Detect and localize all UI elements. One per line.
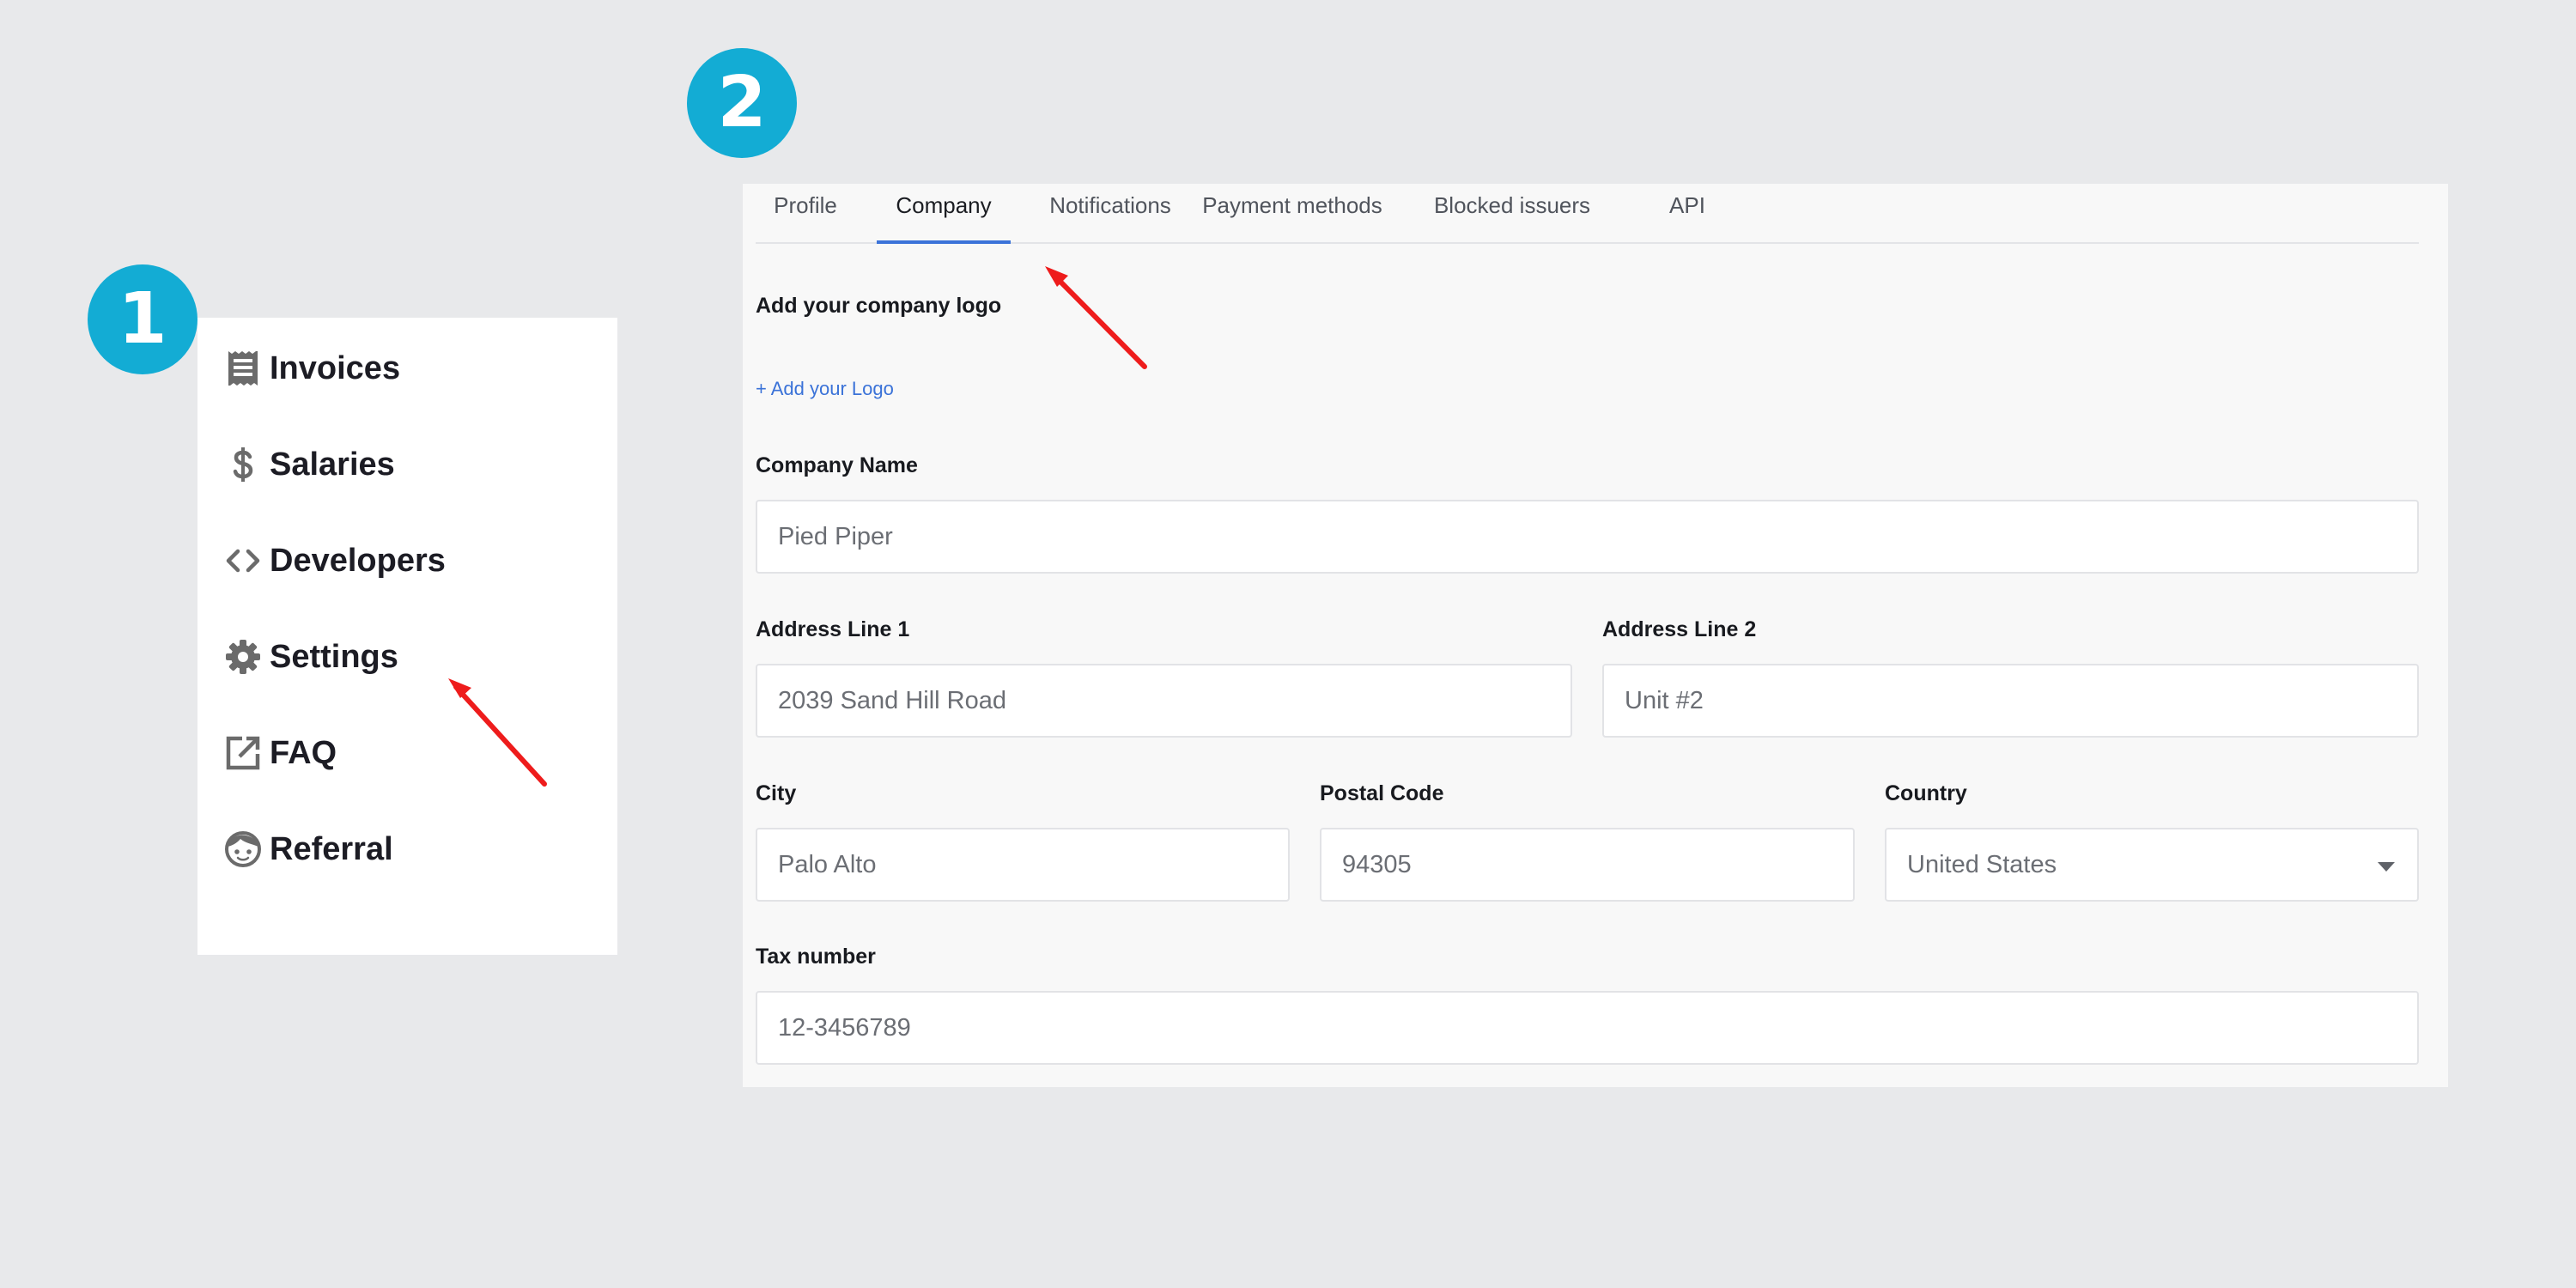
postal-code-value: 94305 — [1342, 850, 1412, 878]
sidebar-item-label: Referral — [270, 830, 393, 867]
tab-company[interactable]: Company — [877, 184, 1011, 244]
settings-tabs: Profile Company Notifications Payment me… — [756, 184, 2419, 244]
logo-heading: Add your company logo — [756, 294, 1002, 318]
company-settings-panel: Profile Company Notifications Payment me… — [743, 184, 2448, 1087]
company-name-field[interactable]: Pied Piper — [756, 500, 2419, 574]
tax-number-label: Tax number — [756, 945, 876, 969]
sidebar-item-label: Invoices — [270, 349, 401, 386]
add-logo-link[interactable]: + Add your Logo — [756, 378, 894, 400]
sidebar-item-referral[interactable]: Referral — [223, 823, 393, 875]
company-name-label: Company Name — [756, 453, 918, 477]
step-2-badge: 2 — [687, 48, 797, 158]
address-line-2-label: Address Line 2 — [1602, 617, 1757, 641]
sidebar-nav: Invoices Salaries Developers Settings FA… — [197, 318, 617, 955]
sidebar-item-label: Developers — [270, 542, 446, 579]
tax-number-value: 12-3456789 — [778, 1013, 911, 1042]
dollar-icon — [223, 445, 263, 484]
city-field[interactable]: Palo Alto — [756, 828, 1290, 902]
face-icon — [223, 829, 263, 869]
country-value: United States — [1907, 850, 2057, 878]
city-value: Palo Alto — [778, 850, 877, 878]
sidebar-item-label: FAQ — [270, 734, 337, 771]
address-line-1-field[interactable]: 2039 Sand Hill Road — [756, 664, 1572, 738]
sidebar-item-settings[interactable]: Settings — [223, 631, 398, 683]
postal-code-label: Postal Code — [1320, 781, 1444, 805]
tax-number-field[interactable]: 12-3456789 — [756, 991, 2419, 1065]
company-name-value: Pied Piper — [778, 522, 893, 550]
tab-profile[interactable]: Profile — [760, 184, 851, 244]
address-line-2-value: Unit #2 — [1625, 686, 1704, 714]
gear-icon — [223, 637, 263, 677]
address-line-2-field[interactable]: Unit #2 — [1602, 664, 2419, 738]
step-1-badge: 1 — [88, 264, 197, 374]
postal-code-field[interactable]: 94305 — [1320, 828, 1855, 902]
tab-blocked-issuers[interactable]: Blocked issuers — [1421, 184, 1603, 244]
external-link-icon — [223, 733, 263, 773]
sidebar-item-salaries[interactable]: Salaries — [223, 439, 395, 490]
code-icon — [223, 541, 263, 580]
sidebar-item-label: Settings — [270, 638, 398, 675]
country-label: Country — [1885, 781, 1967, 805]
tab-api[interactable]: API — [1653, 184, 1722, 244]
sidebar-item-invoices[interactable]: Invoices — [223, 343, 400, 394]
invoice-icon — [223, 349, 263, 388]
country-select[interactable]: United States — [1885, 828, 2419, 902]
tab-notifications[interactable]: Notifications — [1036, 184, 1184, 244]
tab-payment-methods[interactable]: Payment methods — [1189, 184, 1395, 244]
sidebar-item-label: Salaries — [270, 446, 395, 483]
chevron-down-icon — [2378, 862, 2395, 872]
city-label: City — [756, 781, 797, 805]
address-line-1-value: 2039 Sand Hill Road — [778, 686, 1007, 714]
sidebar-item-faq[interactable]: FAQ — [223, 727, 337, 779]
address-line-1-label: Address Line 1 — [756, 617, 910, 641]
sidebar-item-developers[interactable]: Developers — [223, 535, 446, 586]
